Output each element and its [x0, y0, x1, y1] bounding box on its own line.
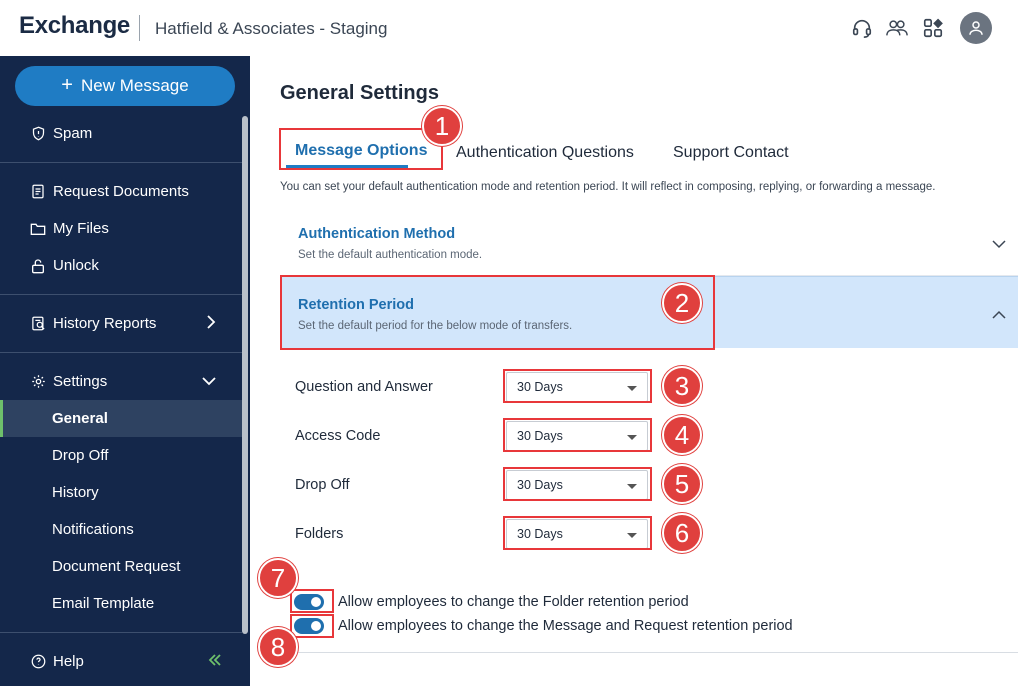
- sidebar-item-spam[interactable]: Spam: [0, 115, 242, 152]
- settings-hint-text: You can set your default authentication …: [280, 181, 936, 193]
- tab-support-contact[interactable]: Support Contact: [673, 138, 789, 168]
- sidebar: + New Message Spam Request Documents My …: [0, 56, 250, 686]
- sidebar-divider: [0, 632, 242, 633]
- sidebar-item-history-reports[interactable]: History Reports: [0, 305, 242, 342]
- sidebar-item-label: Help: [53, 653, 84, 670]
- sidebar-divider: [0, 352, 242, 353]
- callout-badge-7: 7: [258, 558, 298, 598]
- sidebar-sub-general[interactable]: General: [0, 400, 242, 437]
- sidebar-item-label: History Reports: [53, 315, 157, 332]
- callout-highlight-select: [503, 369, 652, 403]
- folder-icon: [30, 221, 46, 237]
- sidebar-item-label: Unlock: [53, 257, 99, 274]
- shield-icon: [30, 126, 46, 142]
- organization-name: Hatfield & Associates - Staging: [155, 19, 388, 38]
- new-message-button[interactable]: + New Message: [15, 66, 235, 106]
- sidebar-item-label: My Files: [53, 220, 109, 237]
- headset-icon[interactable]: [850, 16, 874, 40]
- callout-highlight-toggle: [290, 614, 334, 638]
- collapse-sidebar-icon[interactable]: [208, 653, 222, 672]
- drop-off-label: Drop Off: [295, 477, 350, 493]
- sidebar-item-label: Request Documents: [53, 183, 189, 200]
- callout-badge-2: 2: [662, 283, 702, 323]
- message-retention-toggle-row: Allow employees to change the Message an…: [294, 618, 793, 634]
- toggle-label: Allow employees to change the Folder ret…: [338, 594, 689, 610]
- sidebar-divider: [0, 294, 242, 295]
- report-icon: [30, 316, 46, 332]
- access-code-label: Access Code: [295, 428, 381, 444]
- toggle-label: Allow employees to change the Message an…: [338, 618, 793, 634]
- callout-badge-4: 4: [662, 415, 702, 455]
- sidebar-sub-history[interactable]: History: [0, 474, 242, 511]
- callout-highlight-tab: [279, 128, 443, 170]
- chevron-right-icon: [206, 314, 216, 333]
- chevron-down-icon: [202, 373, 216, 390]
- plus-icon: +: [61, 73, 73, 96]
- callout-highlight-select: [503, 516, 652, 550]
- sidebar-item-unlock[interactable]: Unlock: [0, 247, 242, 284]
- callout-badge-1: 1: [422, 106, 462, 146]
- sidebar-item-settings[interactable]: Settings: [0, 363, 242, 400]
- callout-highlight-retention: [280, 275, 715, 350]
- sidebar-scrollbar[interactable]: [242, 116, 248, 634]
- section-divider: [280, 652, 1018, 653]
- sidebar-item-help[interactable]: Help: [0, 643, 242, 680]
- accordion-title: Authentication Method: [298, 226, 456, 242]
- callout-badge-6: 6: [662, 513, 702, 553]
- question-and-answer-label: Question and Answer: [295, 379, 433, 395]
- sidebar-sub-drop-off[interactable]: Drop Off: [0, 437, 242, 474]
- unlock-icon: [30, 258, 46, 274]
- callout-highlight-select: [503, 418, 652, 452]
- authentication-method-accordion[interactable]: Authentication Method Set the default au…: [280, 216, 1018, 276]
- new-message-label: New Message: [80, 76, 189, 95]
- sidebar-item-request-documents[interactable]: Request Documents: [0, 173, 242, 210]
- brand-separator: [139, 15, 140, 41]
- folders-label: Folders: [295, 526, 344, 542]
- tab-authentication-questions[interactable]: Authentication Questions: [456, 138, 634, 168]
- callout-highlight-select: [503, 467, 652, 501]
- callout-badge-3: 3: [662, 366, 702, 406]
- people-icon[interactable]: [885, 16, 909, 40]
- sidebar-item-label: Settings: [53, 373, 108, 390]
- sidebar-item-my-files[interactable]: My Files: [0, 210, 242, 247]
- accordion-subtitle: Set the default authentication mode.: [298, 249, 483, 261]
- sidebar-sub-notifications[interactable]: Notifications: [0, 511, 242, 548]
- sidebar-sub-email-template[interactable]: Email Template: [0, 585, 242, 622]
- chevron-down-icon: [992, 236, 1006, 254]
- chevron-up-icon: [992, 307, 1006, 325]
- callout-badge-5: 5: [662, 464, 702, 504]
- brand-logo[interactable]: Exchange: [19, 12, 130, 40]
- callout-badge-8: 8: [258, 627, 298, 667]
- callout-highlight-toggle: [290, 589, 334, 613]
- page-title: General Settings: [280, 82, 439, 104]
- sidebar-item-label: Spam: [53, 125, 93, 142]
- apps-icon[interactable]: [921, 16, 945, 40]
- folder-retention-toggle-row: Allow employees to change the Folder ret…: [294, 594, 689, 610]
- user-avatar-icon[interactable]: [960, 12, 992, 44]
- sidebar-divider: [0, 162, 242, 163]
- gear-icon: [30, 374, 46, 390]
- top-bar: Exchange Hatfield & Associates - Staging: [0, 0, 1028, 56]
- sidebar-sub-document-request[interactable]: Document Request: [0, 548, 242, 585]
- document-icon: [30, 184, 46, 200]
- help-icon: [30, 654, 46, 670]
